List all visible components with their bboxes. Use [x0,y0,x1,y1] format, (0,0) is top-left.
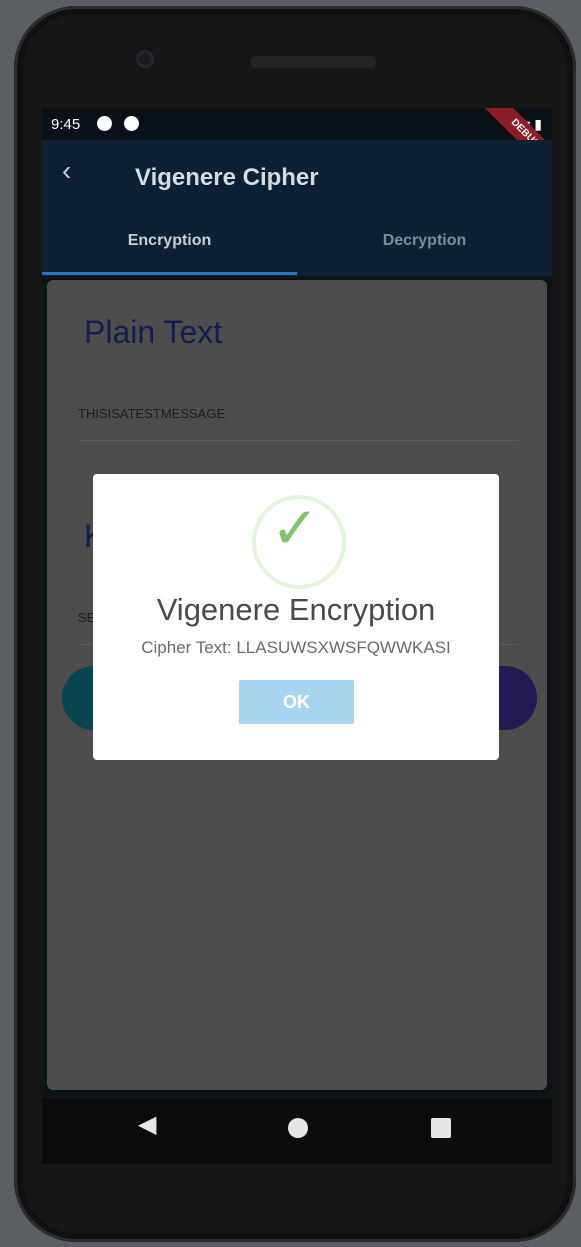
ok-button[interactable]: OK [239,680,354,724]
status-time: 9:45 [51,116,81,133]
success-dialog: ✓ Vigenere Encryption Cipher Text: LLASU… [93,474,499,760]
tab-encryption[interactable]: Encryption [42,232,297,250]
camera-icon [136,50,154,68]
chrome-icon [124,116,139,131]
notification-icon [97,116,112,131]
android-nav-bar: ◀ [42,1098,552,1164]
tab-decryption[interactable]: Decryption [297,232,552,250]
dialog-title: Vigenere Encryption [156,592,436,627]
status-bar: 9:45 ▾ ▮ DEBUG [42,108,552,180]
page-title: Vigenere Cipher [135,164,319,191]
phone-screen: 9:45 ▾ ▮ DEBUG ‹ Vigenere Cipher Encrypt… [42,108,552,1098]
speaker-grill [250,56,376,68]
back-icon[interactable]: ‹ [62,157,84,185]
dialog-message: Cipher Text: LLASUWSXWSFQWWKASI [141,638,451,657]
nav-back-icon[interactable]: ◀ [138,1110,156,1139]
nav-home-icon[interactable] [288,1118,308,1138]
app-bar: ‹ Vigenere Cipher Encryption Decryption [42,140,552,276]
tab-indicator [42,272,297,275]
nav-recent-icon[interactable] [431,1118,451,1138]
check-icon: ✓ [270,496,320,561]
